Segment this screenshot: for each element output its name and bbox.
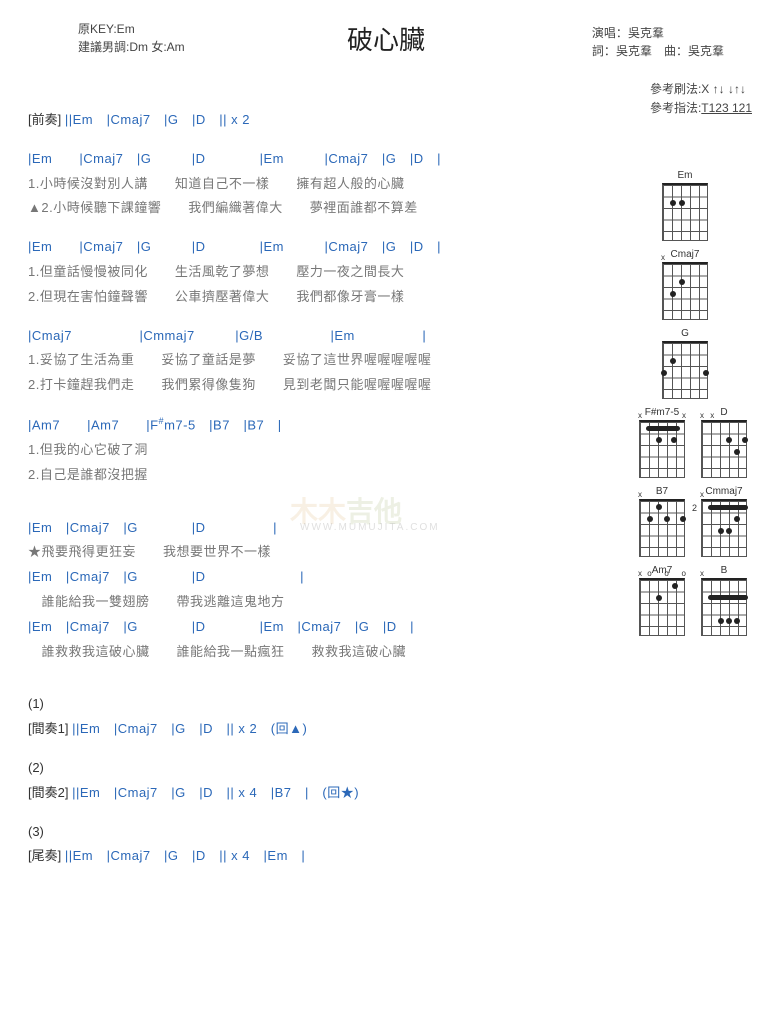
repeat-1-num: (1) bbox=[28, 694, 744, 715]
fretboard-icon: x x bbox=[639, 420, 685, 478]
chorus-l3: 誰救救我這破心臟 誰能給我一點瘋狂 救救我這破心臟 bbox=[28, 642, 744, 663]
fretboard-icon: x bbox=[701, 578, 747, 636]
repeat-3-num: (3) bbox=[28, 822, 744, 843]
verse-a1-chords: |Em |Cmaj7 |G |D |Em |Cmaj7 |G |D | bbox=[28, 149, 744, 170]
chord-diagram-b: B x bbox=[698, 565, 750, 636]
strum-label: 參考刷法: bbox=[650, 82, 701, 96]
interlude2-chords: ||Em |Cmaj7 |G |D || x 4 |B7 | (回★) bbox=[72, 785, 359, 800]
pick-pattern: 參考指法:T123 121 bbox=[650, 99, 752, 118]
pick-value: T123 121 bbox=[701, 101, 752, 115]
chord-diagram-cmaj7: Cmaj7 x bbox=[620, 249, 750, 320]
fretboard-icon: x bbox=[639, 499, 685, 557]
outro-chords: ||Em |Cmaj7 |G |D || x 4 |Em | bbox=[65, 848, 305, 863]
fretboard-icon bbox=[662, 183, 708, 241]
chord-diagram-g: G bbox=[620, 328, 750, 399]
fretboard-icon bbox=[662, 341, 708, 399]
chord-label: G bbox=[620, 328, 750, 339]
fretboard-icon: xo o o bbox=[639, 578, 685, 636]
strum-pattern: 參考刷法:X ↑↓ ↓↑↓ bbox=[650, 80, 752, 99]
chord-diagram-cmmaj7: Cmmaj7 x 2 bbox=[698, 486, 750, 557]
intro-label: [前奏] bbox=[28, 112, 61, 127]
outro-label: [尾奏] bbox=[28, 848, 61, 863]
chord-diagram-d: D xx bbox=[698, 407, 750, 478]
chord-diagram-fsharpm7b5: F#m7-5 x x bbox=[636, 407, 688, 478]
singer-line: 演唱：吳克羣 bbox=[592, 24, 724, 42]
singer-name: 吳克羣 bbox=[628, 26, 664, 40]
outro-line: [尾奏] ||Em |Cmaj7 |G |D || x 4 |Em | bbox=[28, 846, 744, 867]
composer-label: 曲： bbox=[664, 44, 688, 58]
chord-diagrams: Em Cmaj7 x G F#m7-5 x x bbox=[620, 170, 750, 636]
writer-line: 詞：吳克羣 曲：吳克羣 bbox=[592, 42, 724, 60]
interlude2-line: [間奏2] ||Em |Cmaj7 |G |D || x 4 |B7 | (回★… bbox=[28, 783, 744, 804]
pick-label: 參考指法: bbox=[650, 101, 701, 115]
chord-diagram-am7: Am7 xo o o bbox=[636, 565, 688, 636]
verse-a4-chords-b: m7-5 |B7 |B7 | bbox=[164, 417, 282, 432]
reference-patterns: 參考刷法:X ↑↓ ↓↑↓ 參考指法:T123 121 bbox=[650, 80, 752, 118]
interlude1-label: [間奏1] bbox=[28, 721, 68, 736]
repeat-2-num: (2) bbox=[28, 758, 744, 779]
interlude1-line: [間奏1] ||Em |Cmaj7 |G |D || x 2 (回▲) bbox=[28, 719, 744, 740]
strum-value: X ↑↓ ↓↑↓ bbox=[701, 82, 746, 96]
fretboard-icon: x 2 bbox=[701, 499, 747, 557]
fretboard-icon: x bbox=[662, 262, 708, 320]
intro-line: [前奏] ||Em |Cmaj7 |G |D || x 2 bbox=[28, 110, 744, 131]
interlude2-label: [間奏2] bbox=[28, 785, 68, 800]
interlude1-chords: ||Em |Cmaj7 |G |D || x 2 (回▲) bbox=[72, 721, 307, 736]
lyricist-label: 詞： bbox=[592, 44, 616, 58]
verse-a4-chords-a: |Am7 |Am7 |F bbox=[28, 417, 159, 432]
fretboard-icon: xx bbox=[701, 420, 747, 478]
chord-diagram-b7: B7 x bbox=[636, 486, 688, 557]
header-section: 原KEY:Em 建議男調:Dm 女:Am 破心臟 演唱：吳克羣 詞：吳克羣 曲：… bbox=[28, 20, 744, 80]
singer-label: 演唱： bbox=[592, 26, 628, 40]
composer-name: 吳克羣 bbox=[688, 44, 724, 58]
chord-diagram-em: Em bbox=[620, 170, 750, 241]
credits: 演唱：吳克羣 詞：吳克羣 曲：吳克羣 bbox=[592, 24, 724, 60]
intro-chords: ||Em |Cmaj7 |G |D || x 2 bbox=[65, 112, 250, 127]
lyricist-name: 吳克羣 bbox=[616, 44, 652, 58]
